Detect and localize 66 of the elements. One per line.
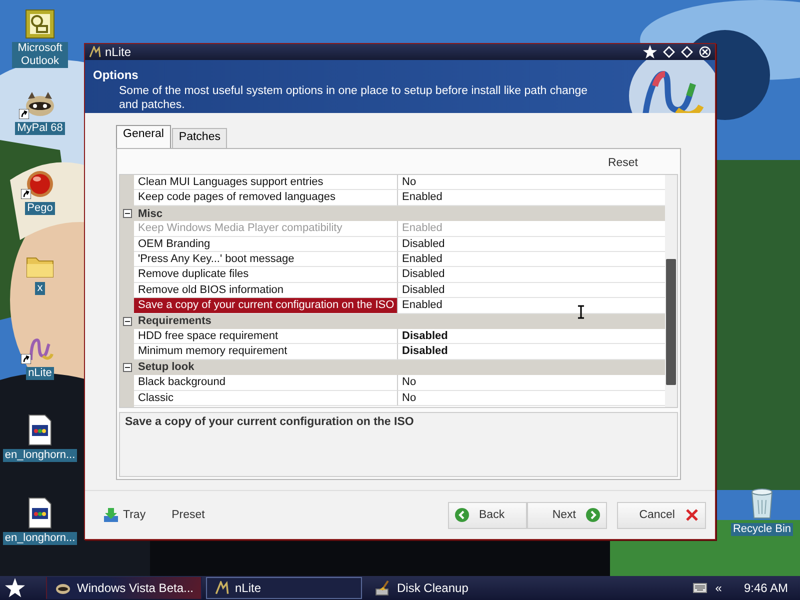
raccoon-icon bbox=[55, 581, 71, 595]
property-value[interactable]: No bbox=[398, 175, 665, 190]
text-cursor-icon bbox=[577, 305, 585, 319]
maximize-button[interactable] bbox=[681, 46, 693, 58]
property-description: Save a copy of your current configuration on the ISO bbox=[119, 412, 678, 478]
tab[interactable]: Patches bbox=[172, 128, 228, 148]
download-icon bbox=[103, 507, 119, 524]
scrollbar-thumb[interactable] bbox=[666, 259, 676, 386]
category-row[interactable]: Setup look bbox=[120, 360, 665, 376]
property-name[interactable]: HDD free space requirement bbox=[134, 329, 398, 344]
desktop-icon-label[interactable]: Recycle Bin bbox=[730, 523, 794, 536]
taskbar-item[interactable]: nLite bbox=[206, 577, 362, 599]
property-value[interactable]: Disabled bbox=[398, 267, 665, 283]
desktop-icon-label[interactable]: en_longhorn... bbox=[2, 532, 78, 545]
category-label: Setup look bbox=[137, 361, 194, 374]
property-name[interactable]: Clean MUI Languages support entries bbox=[134, 175, 398, 190]
property-value[interactable]: No bbox=[398, 375, 665, 391]
tray-expand-button[interactable]: « bbox=[715, 581, 722, 595]
category-label: Requirements bbox=[137, 315, 212, 328]
keyboard-icon[interactable] bbox=[693, 583, 708, 593]
property-value[interactable]: Enabled bbox=[398, 252, 665, 268]
property-name[interactable]: Remove duplicate files bbox=[134, 267, 398, 283]
clock: 9:46 AM bbox=[744, 581, 788, 595]
section-description: Some of the most useful system options in one place to setup before install like path change and patches. bbox=[119, 84, 589, 112]
desktop-icon-label[interactable]: nLite bbox=[26, 367, 54, 380]
category-row[interactable]: Requirements bbox=[120, 314, 665, 329]
back-button[interactable]: Back bbox=[448, 502, 527, 529]
tray-button[interactable]: Tray bbox=[103, 507, 146, 524]
preset-button[interactable]: Preset bbox=[172, 509, 205, 522]
next-button[interactable]: Next bbox=[527, 502, 607, 529]
nlite-logo-icon bbox=[89, 46, 101, 58]
property-value[interactable]: Disabled bbox=[398, 282, 665, 298]
collapse-icon[interactable] bbox=[122, 362, 132, 372]
category-label: Misc bbox=[137, 208, 162, 220]
tab[interactable]: General bbox=[116, 125, 171, 148]
close-button[interactable] bbox=[699, 46, 711, 58]
property-name[interactable]: Classic bbox=[134, 390, 398, 406]
desktop-icon-label[interactable]: Pego bbox=[25, 202, 55, 215]
nlite-logo-icon bbox=[215, 581, 229, 595]
property-value[interactable]: No bbox=[398, 390, 665, 406]
orb-icon bbox=[25, 169, 55, 199]
property-name[interactable]: Black background bbox=[134, 375, 398, 391]
property-value[interactable]: Disabled bbox=[398, 329, 665, 344]
desktop-icon-label[interactable]: x bbox=[35, 282, 45, 295]
cancel-button[interactable]: Cancel bbox=[617, 502, 706, 529]
window-title: nLite bbox=[105, 44, 132, 59]
minimize-button[interactable] bbox=[663, 46, 675, 58]
section-title: Options bbox=[93, 68, 140, 82]
desktop-icon-label[interactable]: Microsoft Outlook bbox=[12, 42, 68, 68]
taskbar-item[interactable]: Windows Vista Beta... bbox=[46, 577, 202, 599]
close-icon bbox=[685, 508, 699, 522]
reset-link[interactable]: Reset bbox=[608, 157, 638, 170]
property-name[interactable]: Save a copy of your current configuration on the ISO bbox=[134, 298, 398, 314]
broom-icon bbox=[375, 580, 391, 596]
taskbar-item[interactable]: Disk Cleanup bbox=[366, 577, 522, 599]
property-value[interactable]: Disabled bbox=[398, 236, 665, 252]
scrollbar[interactable] bbox=[665, 175, 677, 408]
star-icon bbox=[5, 578, 25, 598]
category-row[interactable]: Misc bbox=[120, 206, 665, 222]
property-name[interactable]: 'Press Any Key...' boot message bbox=[134, 252, 398, 268]
desktop-icon-label[interactable]: MyPal 68 bbox=[15, 122, 65, 135]
property-name[interactable]: OEM Branding bbox=[134, 236, 398, 252]
collapse-icon[interactable] bbox=[122, 209, 132, 218]
star-icon[interactable] bbox=[643, 44, 657, 59]
desktop-icon-label[interactable]: en_longhorn... bbox=[2, 449, 78, 462]
collapse-icon[interactable] bbox=[122, 316, 132, 326]
